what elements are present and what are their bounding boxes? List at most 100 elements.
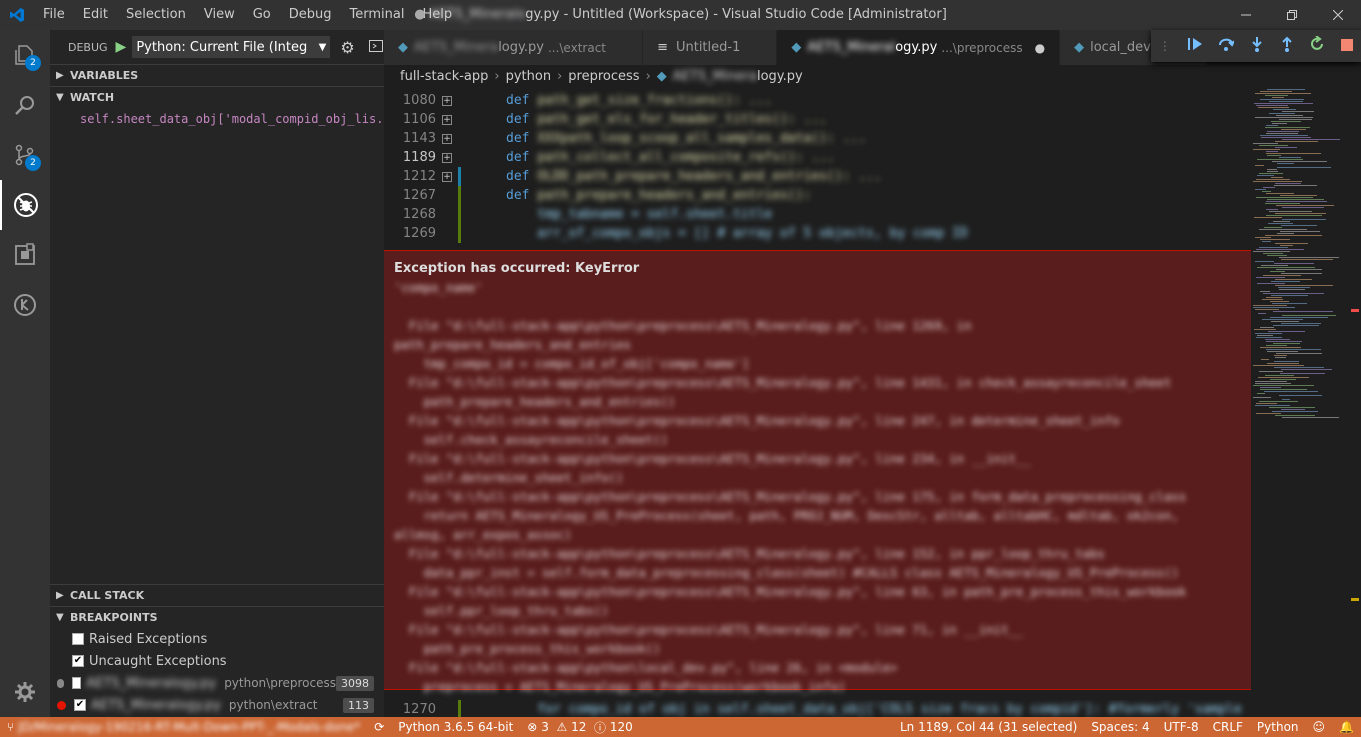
breakpoint-item[interactable]: AETS_Mineralogy.py python\preprocess 309… (50, 672, 384, 694)
checkbox[interactable] (72, 633, 84, 645)
indentation[interactable]: Spaces: 4 (1084, 720, 1156, 734)
code-editor-bottom[interactable]: 1270 for compo_id of obj in self.sheet_d… (384, 700, 1251, 718)
tab-preprocess-file[interactable]: ◆ AETS_Mineral ogy.py ...\preprocess ● (777, 30, 1061, 65)
minimap[interactable] (1251, 87, 1348, 717)
tab-extract-file[interactable]: ◆ AETS_Mineralogy.py ...\extract ✕ (384, 30, 644, 65)
minimap-line (1266, 125, 1278, 126)
menu-selection[interactable]: Selection (117, 0, 195, 30)
fold-expand-icon[interactable]: + (442, 133, 452, 144)
fold-expand-icon[interactable]: + (442, 152, 452, 163)
git-branch[interactable]: ⑂ JD/Mineralogy-190216-RT-Mult-Down-PPT-… (0, 720, 367, 734)
sync-icon[interactable]: ⟳ (367, 720, 391, 734)
minimap-line (1267, 89, 1305, 90)
minimap-line (1259, 247, 1288, 248)
close-icon[interactable] (1315, 0, 1361, 30)
minimize-icon[interactable] (1223, 0, 1269, 30)
extensions-icon[interactable] (0, 230, 50, 280)
restart-icon[interactable] (1309, 35, 1325, 56)
source-control-icon[interactable]: 2 (0, 130, 50, 180)
checkbox[interactable] (71, 677, 82, 689)
menu-terminal[interactable]: Terminal (341, 0, 414, 30)
watch-expression[interactable]: self.sheet_data_obj['modal_compid_obj_li… (50, 108, 384, 130)
menu-view[interactable]: View (195, 0, 244, 30)
breadcrumb-item[interactable]: python (506, 69, 551, 84)
section-watch[interactable]: ▼ WATCH (50, 86, 384, 108)
minimap-line (1256, 403, 1277, 404)
explorer-icon[interactable]: 2 (0, 30, 50, 80)
stop-icon[interactable] (1341, 37, 1354, 55)
vertical-scrollbar[interactable] (1348, 87, 1361, 717)
drag-handle-icon[interactable]: ⋮ (1159, 39, 1171, 53)
minimap-line (1255, 333, 1282, 334)
minimap-line (1282, 207, 1324, 208)
menu-file[interactable]: File (34, 0, 74, 30)
restore-icon[interactable] (1269, 0, 1315, 30)
minimap-line (1255, 189, 1266, 190)
step-into-icon[interactable] (1250, 36, 1264, 56)
fold-expand-icon[interactable]: + (442, 95, 452, 106)
debug-console-icon[interactable] (368, 39, 383, 55)
menu-edit[interactable]: Edit (74, 0, 117, 30)
minimap-line (1274, 361, 1299, 362)
notifications-bell-icon[interactable]: 🔔 (1332, 720, 1361, 734)
menu-help[interactable]: Help (413, 0, 461, 30)
minimap-line (1273, 221, 1290, 222)
minimap-line (1255, 383, 1291, 384)
minimap-line (1258, 377, 1309, 378)
minimap-line (1253, 143, 1278, 144)
section-call-stack[interactable]: ▶ CALL STACK (50, 584, 384, 606)
cursor-position[interactable]: Ln 1189, Col 44 (31 selected) (893, 720, 1084, 734)
breakpoint-uncaught-exceptions[interactable]: ✔ Uncaught Exceptions (50, 650, 384, 672)
explorer-badge: 2 (25, 55, 41, 71)
minimap-line (1275, 285, 1333, 286)
minimap-line (1269, 211, 1312, 212)
tab-untitled[interactable]: ≡ Untitled-1 ✕ (643, 30, 778, 65)
minimap-line (1281, 225, 1317, 226)
minimap-line (1267, 155, 1281, 156)
minimap-line (1275, 279, 1312, 280)
search-icon[interactable] (0, 80, 50, 130)
minimap-line (1267, 255, 1287, 256)
breakpoint-raised-exceptions[interactable]: Raised Exceptions (50, 628, 384, 650)
fold-expand-icon[interactable]: + (442, 171, 452, 182)
continue-icon[interactable] (1187, 37, 1203, 55)
language-mode[interactable]: Python (1250, 720, 1306, 734)
minimap-line (1266, 209, 1278, 210)
section-variables[interactable]: ▶ VARIABLES (50, 64, 384, 86)
minimap-line (1275, 243, 1308, 244)
minimap-line (1263, 253, 1283, 254)
step-over-icon[interactable] (1218, 36, 1236, 56)
checkbox-checked[interactable]: ✔ (74, 699, 86, 711)
breakpoint-item[interactable]: ✔ AETS_Mineralogy.py python\extract 113 (50, 694, 384, 716)
step-out-icon[interactable] (1280, 36, 1294, 56)
minimap-line (1255, 117, 1313, 118)
checkbox-checked[interactable]: ✔ (72, 655, 84, 667)
encoding[interactable]: UTF-8 (1157, 720, 1206, 734)
section-breakpoints[interactable]: ▼ BREAKPOINTS (50, 606, 384, 628)
start-debugging-icon[interactable]: ▶ (116, 39, 127, 55)
menu-go[interactable]: Go (244, 0, 280, 30)
gear-icon[interactable]: ⚙ (340, 38, 354, 57)
debug-config-select[interactable]: Python: Current File (Integ ▼ (132, 36, 331, 58)
code-editor[interactable]: 1080 + def path_get_size_fractions(): ..… (384, 87, 1251, 249)
settings-gear-icon[interactable] (0, 667, 50, 717)
python-interpreter[interactable]: Python 3.6.5 64-bit (391, 720, 520, 734)
remote-icon[interactable] (0, 280, 50, 330)
end-of-line[interactable]: CRLF (1206, 720, 1250, 734)
breadcrumb-item[interactable]: preprocess (568, 69, 639, 84)
breadcrumb-item[interactable]: AETS_Mineralogy.py (673, 69, 803, 84)
feedback-smiley-icon[interactable]: ☺ (1306, 720, 1333, 734)
minimap-line (1261, 265, 1288, 266)
minimap-line (1259, 401, 1298, 402)
minimap-line (1279, 119, 1312, 120)
unsaved-dot-icon[interactable]: ● (1035, 41, 1045, 55)
fold-expand-icon[interactable]: + (442, 114, 452, 125)
minimap-line (1267, 351, 1298, 352)
minimap-line (1270, 317, 1328, 318)
code-line: 1270 for compo_id of obj in self.sheet_d… (402, 700, 1242, 718)
problems-indicator[interactable]: ⊗ 3 ⚠ 12 ⓘ 120 (520, 719, 639, 736)
breadcrumb-item[interactable]: full-stack-app (400, 69, 488, 84)
minimap-line (1281, 409, 1305, 410)
debug-icon[interactable] (0, 180, 50, 230)
menu-debug[interactable]: Debug (280, 0, 341, 30)
